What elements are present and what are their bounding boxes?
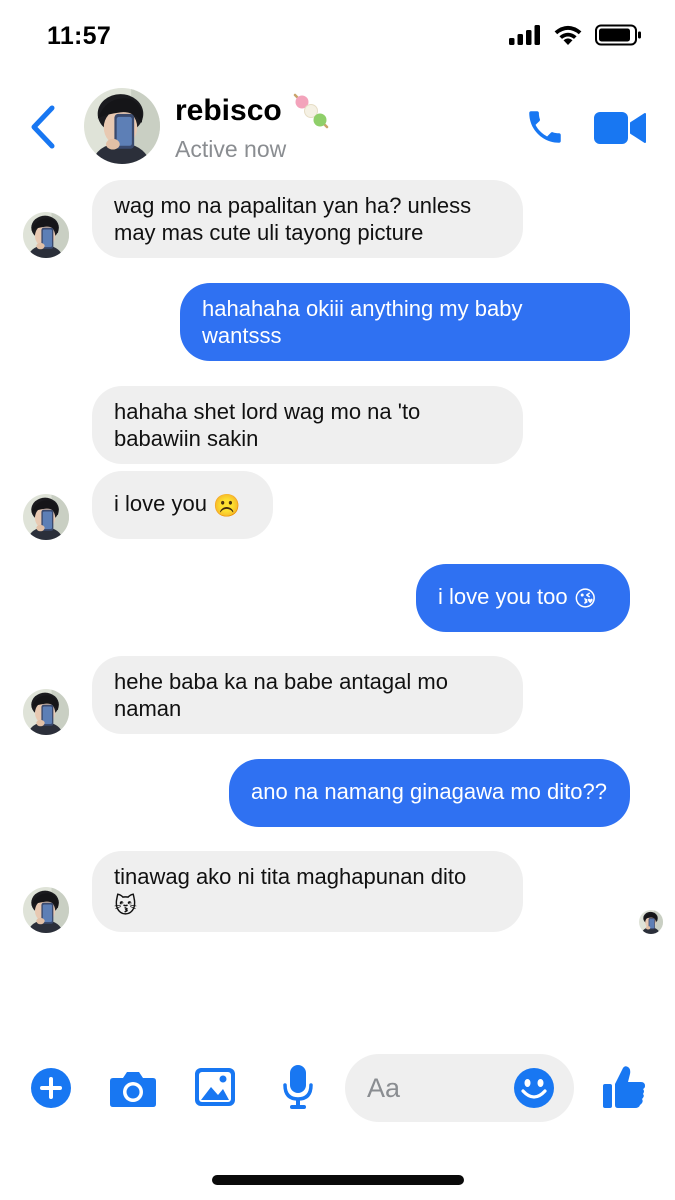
status-icons	[509, 24, 643, 46]
cellular-signal-icon	[509, 25, 540, 45]
camera-icon	[110, 1072, 156, 1107]
composer-bar	[0, 1052, 675, 1126]
battery-icon	[595, 24, 641, 46]
presence-status: Active now	[175, 136, 287, 162]
message-outgoing[interactable]: hahahaha okiii anything my baby wantsss	[180, 283, 630, 361]
emoji-button[interactable]	[513, 1067, 555, 1109]
message-input-container[interactable]	[345, 1054, 574, 1122]
contact-avatar-small[interactable]	[23, 689, 69, 735]
microphone-icon	[283, 1065, 313, 1109]
message-text: i love you	[114, 491, 207, 516]
wifi-icon	[554, 25, 582, 45]
message-incoming[interactable]: hehe baba ka na babe antagal mo naman	[92, 656, 523, 734]
message-text: i love you too	[438, 584, 568, 609]
status-bar: 11:57	[0, 0, 675, 78]
message-text: hahaha shet lord wag mo na 'to babawiin …	[114, 399, 421, 451]
message-text: wag mo na papalitan yan ha? unless may m…	[114, 193, 472, 245]
message-text: hahahaha okiii anything my baby wantsss	[202, 296, 523, 348]
voice-message-button[interactable]	[282, 1064, 314, 1110]
message-incoming[interactable]: wag mo na papalitan yan ha? unless may m…	[92, 180, 523, 258]
status-time: 11:57	[47, 22, 112, 50]
message-incoming[interactable]: hahaha shet lord wag mo na 'to babawiin …	[92, 386, 523, 464]
message-text: hehe baba ka na babe antagal mo naman	[114, 669, 448, 721]
message-outgoing[interactable]: ano na namang ginagawa mo dito??	[229, 759, 630, 827]
plus-icon	[31, 1068, 71, 1108]
like-button[interactable]	[602, 1064, 646, 1110]
contact-name: rebisco	[175, 94, 282, 127]
more-actions-button[interactable]	[30, 1067, 72, 1109]
seen-indicator-avatar	[639, 910, 663, 934]
contact-avatar-small[interactable]	[23, 494, 69, 540]
message-text: tinawag ako ni tita maghapunan dito	[114, 864, 467, 889]
chat-header: rebisco Active now	[0, 82, 675, 174]
dango-icon	[293, 93, 328, 129]
kissing-cat-emoji: 😽	[114, 892, 137, 918]
back-button[interactable]	[28, 104, 58, 150]
image-icon	[195, 1068, 235, 1106]
video-call-button[interactable]	[593, 109, 647, 147]
frowning-face-emoji: ☹️	[213, 492, 241, 518]
like-icon	[603, 1066, 645, 1108]
contact-avatar-small[interactable]	[23, 887, 69, 933]
contact-avatar[interactable]	[84, 88, 160, 164]
camera-button[interactable]	[109, 1069, 157, 1109]
home-indicator[interactable]	[212, 1175, 464, 1185]
contact-avatar-small[interactable]	[23, 212, 69, 258]
message-outgoing[interactable]: i love you too 😘	[416, 564, 630, 632]
message-input[interactable]	[367, 1070, 507, 1106]
message-incoming[interactable]: i love you ☹️	[92, 471, 273, 539]
kiss-emoji: 😘	[573, 585, 597, 611]
chevron-left-icon	[31, 105, 55, 149]
video-camera-icon	[594, 112, 646, 144]
message-text: ano na namang ginagawa mo dito??	[251, 779, 607, 804]
phone-icon	[529, 111, 561, 143]
gallery-button[interactable]	[194, 1067, 236, 1107]
message-incoming[interactable]: tinawag ako ni tita maghapunan dito 😽	[92, 851, 523, 932]
emoji-icon	[514, 1068, 554, 1108]
voice-call-button[interactable]	[524, 106, 566, 148]
contact-name-row[interactable]: rebisco	[175, 90, 332, 132]
